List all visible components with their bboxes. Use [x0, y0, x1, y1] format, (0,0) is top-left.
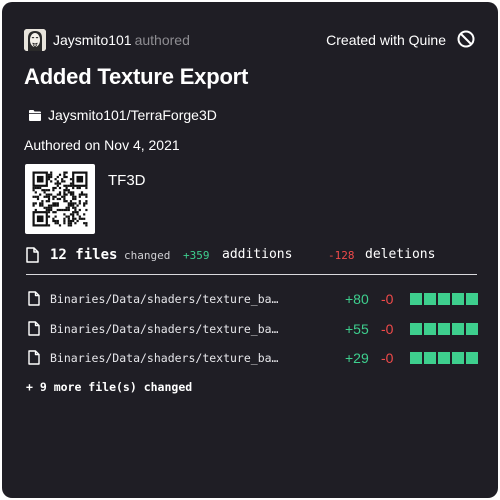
diff-bar-square [438, 323, 450, 335]
diff-bar-square [438, 352, 450, 364]
commit-card: Jaysmito101 authored Created with Quine A… [2, 2, 498, 498]
diff-bar-square [466, 323, 478, 335]
diff-bar-square [452, 323, 464, 335]
file-path[interactable]: Binaries/Data/shaders/texture_ba… [50, 292, 278, 306]
diff-bars [410, 323, 478, 335]
file-additions: +80 [345, 291, 369, 307]
file-deletions: -0 [381, 321, 394, 337]
file-icon [28, 321, 40, 336]
file-icon [28, 291, 40, 306]
authored-date: Authored on Nov 4, 2021 [24, 137, 180, 153]
diff-bar-square [452, 293, 464, 305]
card-header: Jaysmito101 authored Created with Quine [24, 29, 476, 53]
commit-title: Added Texture Export [24, 64, 249, 89]
file-icon [28, 350, 40, 365]
file-row[interactable]: Binaries/Data/shaders/texture_ba… +29 -0 [26, 349, 478, 367]
repo-name[interactable]: Jaysmito101/TerraForge3D [48, 107, 217, 123]
files-count: 12 files [50, 247, 118, 263]
diff-bar-square [410, 293, 422, 305]
additions-label: additions [222, 247, 293, 262]
diff-bar-square [424, 323, 436, 335]
deletions-count: -128 [328, 249, 355, 262]
diff-bars [410, 352, 478, 364]
diff-bar-square [466, 352, 478, 364]
changed-label: changed [124, 249, 171, 262]
file-additions: +29 [345, 350, 369, 366]
author-name[interactable]: Jaysmito101 [53, 32, 132, 48]
qr-code [25, 164, 95, 234]
author-avatar[interactable] [24, 29, 46, 51]
author-verb: authored [134, 32, 190, 48]
diff-bar-square [438, 293, 450, 305]
more-files-link[interactable]: + 9 more file(s) changed [26, 380, 192, 394]
file-path[interactable]: Binaries/Data/shaders/texture_ba… [50, 322, 278, 336]
file-additions: +55 [345, 321, 369, 337]
deletions-label: deletions [365, 247, 436, 262]
repo-tag: TF3D [108, 172, 146, 189]
author-line: Jaysmito101 authored [53, 32, 190, 48]
file-deletions: -0 [381, 350, 394, 366]
file-row[interactable]: Binaries/Data/shaders/texture_ba… +55 -0 [26, 320, 478, 338]
diff-bar-square [424, 352, 436, 364]
file-row[interactable]: Binaries/Data/shaders/texture_ba… +80 -0 [26, 290, 478, 308]
diff-bar-square [466, 293, 478, 305]
diff-bar-square [424, 293, 436, 305]
divider [26, 274, 477, 275]
file-icon [26, 247, 39, 263]
folder-icon [29, 110, 41, 121]
diff-bar-square [410, 352, 422, 364]
created-with-label[interactable]: Created with Quine [326, 32, 446, 48]
file-path[interactable]: Binaries/Data/shaders/texture_ba… [50, 351, 278, 365]
no-symbol-icon[interactable] [456, 29, 476, 49]
additions-count: +359 [183, 249, 210, 262]
diff-bars [410, 293, 478, 305]
diff-bar-square [410, 323, 422, 335]
file-deletions: -0 [381, 291, 394, 307]
diff-bar-square [452, 352, 464, 364]
